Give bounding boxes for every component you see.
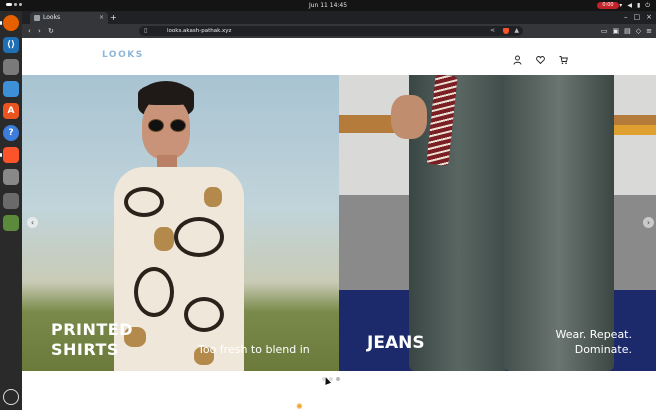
system-top-bar: Jun 11 14:45 0:00 ▾ ◀ ▮ ⏻ (0, 0, 656, 11)
jeans-right-leg (504, 75, 614, 371)
wallet-icon[interactable]: ▤ (624, 24, 631, 38)
hero-right-title: JEANS (367, 333, 425, 353)
maximize-icon[interactable]: □ (634, 12, 641, 23)
toolbar-actions: ▭ ▣ ▤ ◇ ≡ (601, 24, 652, 38)
hero-carousel: PRINTED SHIRTS Too fresh to blend in JEA… (22, 75, 656, 371)
hero-left-title-line2: SHIRTS (51, 340, 119, 359)
carousel-next-button[interactable]: › (643, 217, 654, 228)
system-tray[interactable]: ▾ ◀ ▮ ⏻ (619, 2, 650, 9)
application-dock: ⟨⟩ A ? (0, 11, 22, 410)
share-icon[interactable]: ⋖ (490, 26, 495, 36)
show-apps-icon[interactable] (3, 389, 19, 405)
brave-shields-icon[interactable] (503, 28, 509, 34)
image-viewer-icon[interactable] (3, 169, 19, 185)
tab-strip: Looks × + – □ × (22, 11, 656, 24)
url-text[interactable]: looks.akash-pathak.xyz (167, 26, 231, 36)
web-page: LOOKS PRINTED SHIRTS Too fresh to blend … (22, 38, 656, 410)
model-hair (138, 83, 194, 105)
tab-title: Looks (43, 14, 61, 21)
volume-icon: ◀ (627, 2, 632, 9)
bookmark-icon[interactable]: ▯ (144, 26, 147, 36)
firefox-icon[interactable] (0, 15, 19, 31)
browser-toolbar: ‹ › ↻ ▯ looks.akash-pathak.xyz ⋖ ▲ ▭ ▣ ▤… (22, 24, 656, 38)
tab-favicon-icon (34, 15, 40, 21)
tab-looks[interactable]: Looks × (30, 12, 108, 24)
hero-right-subtitle-line2: Dominate. (574, 343, 632, 356)
forward-icon[interactable]: › (38, 24, 41, 38)
system-clock[interactable]: Jun 11 14:45 (0, 2, 656, 9)
libreoffice-writer-icon[interactable] (3, 81, 19, 97)
hero-right-subtitle-line1: Wear. Repeat. (555, 328, 632, 341)
disk-icon[interactable] (3, 193, 19, 209)
shopping-cart-icon[interactable] (559, 50, 568, 65)
sidebar-icon[interactable]: ▭ (601, 24, 608, 38)
hero-left-subtitle: Too fresh to blend in (198, 343, 310, 356)
extensions-icon[interactable]: ▣ (612, 24, 619, 38)
help-icon[interactable]: ? (3, 125, 19, 141)
network-icon: ▾ (619, 2, 623, 9)
wishlist-heart-icon[interactable] (536, 50, 545, 65)
carousel-prev-button[interactable]: ‹ (27, 217, 38, 228)
user-account-icon[interactable] (513, 50, 522, 65)
jeans-banner[interactable]: JEANS Wear. Repeat. Dominate. (339, 75, 656, 371)
sunglasses-left (148, 119, 164, 132)
address-bar[interactable]: ▯ looks.akash-pathak.xyz ⋖ ▲ (139, 26, 523, 36)
loading-sparkle-icon: ✺ (296, 402, 303, 410)
site-header: LOOKS (22, 38, 656, 75)
battery-icon: ▮ (636, 2, 641, 9)
reload-icon[interactable]: ↻ (48, 24, 54, 38)
power-icon: ⏻ (645, 2, 650, 9)
trash-icon[interactable] (3, 215, 19, 231)
new-tab-button[interactable]: + (110, 12, 117, 24)
printed-shirts-banner[interactable]: PRINTED SHIRTS Too fresh to blend in (22, 75, 339, 371)
printed-shirt-graphic (114, 167, 244, 371)
brave-browser-icon[interactable] (0, 147, 19, 163)
vscode-icon[interactable]: ⟨⟩ (3, 37, 19, 53)
header-icons (513, 50, 568, 65)
files-icon[interactable] (3, 59, 19, 75)
menu-icon[interactable]: ≡ (646, 24, 652, 38)
tab-close-icon[interactable]: × (99, 12, 104, 24)
app-center-icon[interactable]: A (3, 103, 19, 119)
vpn-icon[interactable]: ◇ (636, 24, 641, 38)
browser-window: Looks × + – □ × ‹ › ↻ ▯ looks.akash-path… (22, 11, 656, 410)
carousel-dot-active[interactable] (336, 377, 340, 381)
window-controls: – □ × (624, 12, 652, 23)
close-window-icon[interactable]: × (646, 12, 652, 23)
sunglasses-right (170, 119, 186, 132)
back-icon[interactable]: ‹ (28, 24, 31, 38)
minimize-icon[interactable]: – (624, 12, 628, 23)
model-hand (391, 95, 427, 139)
hero-left-title-line1: PRINTED (51, 320, 134, 339)
site-logo[interactable]: LOOKS (102, 50, 144, 60)
screen-recording-indicator[interactable]: 0:00 (597, 2, 619, 9)
brave-rewards-icon[interactable]: ▲ (514, 27, 519, 35)
